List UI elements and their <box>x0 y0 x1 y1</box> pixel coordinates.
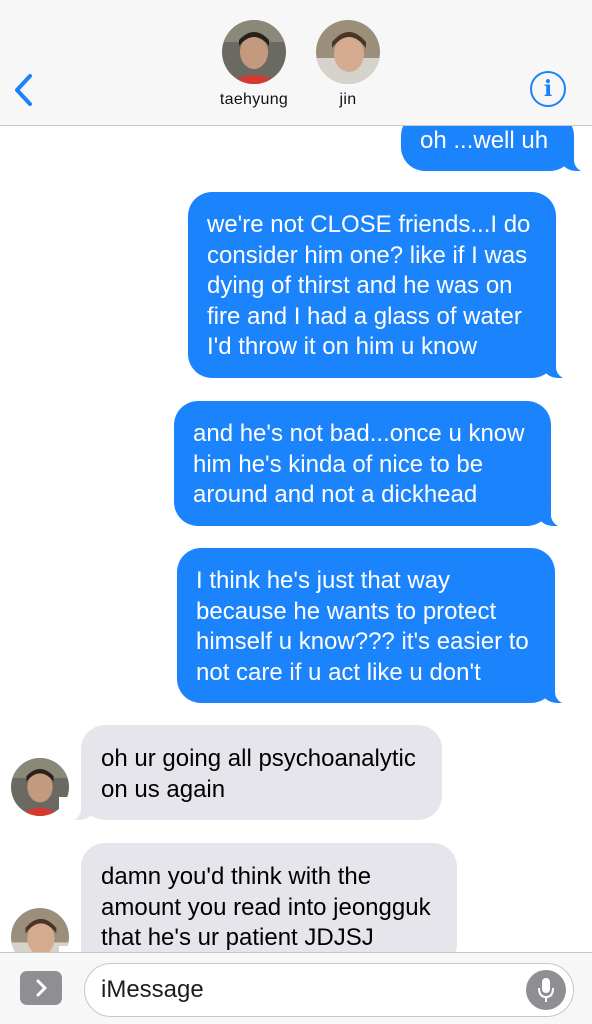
conversation-header: taehyung jin i <box>0 0 592 126</box>
info-icon: i <box>543 76 553 102</box>
message-text-line: and he's not bad...once u know <box>193 420 525 447</box>
contact-name: jin <box>339 91 357 108</box>
dictation-button[interactable] <box>526 970 566 1010</box>
message-text-line: I think he's just that way <box>196 567 451 594</box>
compose-bar <box>0 952 592 1024</box>
info-button[interactable]: i <box>530 71 566 107</box>
contact-taehyung[interactable]: taehyung <box>209 20 299 109</box>
message-bubble-incoming[interactable]: damn you'd think with the amount you rea… <box>59 843 457 952</box>
message-text-line: him he's kinda of nice to be <box>193 450 484 478</box>
message-text-line: consider him one? like if I was <box>207 241 528 269</box>
message-text-line: dying of thirst and he was on <box>207 272 513 299</box>
back-button[interactable] <box>10 68 40 112</box>
message-field[interactable] <box>84 963 574 1017</box>
message-text-line: oh ur going all psychoanalytic <box>101 745 416 772</box>
message-bubble-incoming[interactable]: oh ur going all psychoanalytic on us aga… <box>59 725 442 821</box>
message-text-line: I'd throw it on him u know <box>207 333 478 360</box>
avatar-taehyung <box>222 20 286 84</box>
avatar-jin <box>316 20 380 84</box>
message-text-line: himself u know??? it's easier to <box>196 628 529 655</box>
message-text-line: around and not a dickhead <box>193 481 478 508</box>
message-text-line: amount you read into jeongguk <box>101 893 431 921</box>
chevron-left-icon <box>15 74 32 106</box>
chevron-right-icon <box>36 979 47 997</box>
message-text-line: because he wants to protect <box>196 597 497 625</box>
message-input[interactable] <box>101 964 521 1016</box>
message-thread[interactable]: oh ...well uh we're not CLOSE friends...… <box>0 126 592 952</box>
message-text-line: damn you'd think with the <box>101 863 372 890</box>
contact-jin[interactable]: jin <box>303 20 393 109</box>
message-bubble-outgoing[interactable]: and he's not bad...once u know him he's … <box>174 401 572 526</box>
message-bubble-outgoing[interactable]: oh ...well uh <box>401 126 592 171</box>
message-text-line: oh ...well uh <box>420 127 549 154</box>
message-text-line: we're not CLOSE friends...I do <box>207 211 531 238</box>
message-bubble-outgoing[interactable]: we're not CLOSE friends...I do consider … <box>188 192 579 378</box>
message-bubble-outgoing[interactable]: I think he's just that way because he wa… <box>177 548 577 704</box>
message-text-line: fire and I had a glass of water <box>207 302 522 330</box>
message-text-line: not care if u act like u don't <box>196 658 481 686</box>
message-text-line: on us again <box>101 775 226 803</box>
message-text-line: that he's ur patient JDJSJ <box>101 924 374 951</box>
apps-button[interactable] <box>20 971 62 1005</box>
microphone-icon <box>538 978 554 1002</box>
contact-name: taehyung <box>219 91 289 108</box>
